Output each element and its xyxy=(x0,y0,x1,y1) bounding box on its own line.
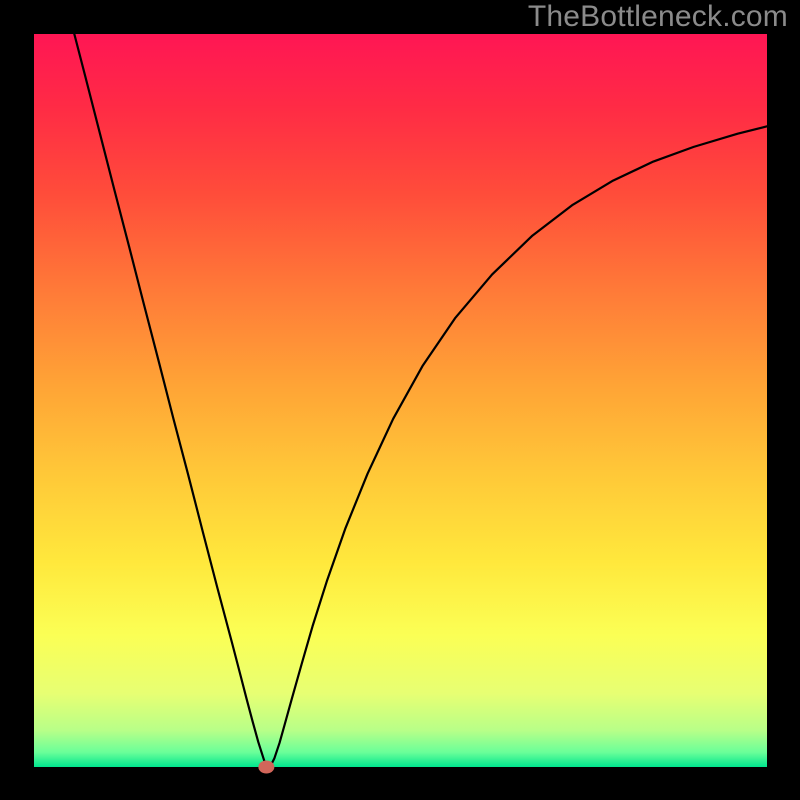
bottleneck-chart: TheBottleneck.com xyxy=(0,0,800,800)
plot-background xyxy=(34,34,767,767)
chart-svg xyxy=(0,0,800,800)
optimal-point-marker xyxy=(258,761,274,774)
watermark-text: TheBottleneck.com xyxy=(528,0,788,34)
